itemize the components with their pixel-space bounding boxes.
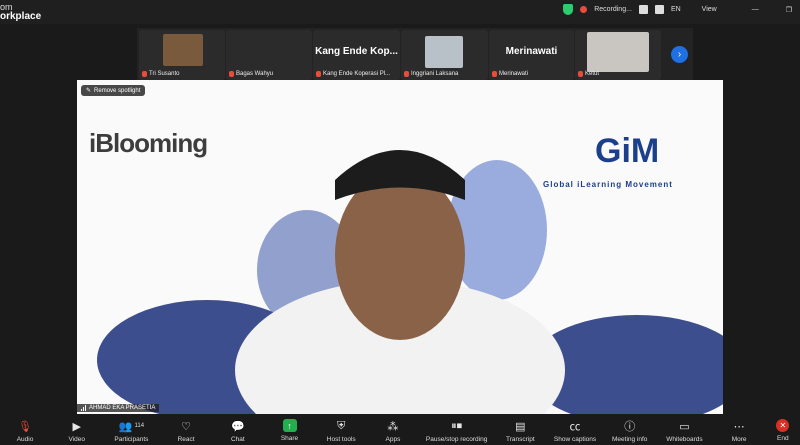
heart-icon: ♡ (181, 420, 192, 433)
audio-button[interactable]: 🎙 Audio (2, 414, 48, 444)
thumbnail-tile[interactable]: Merinawati Merinawati (489, 30, 574, 80)
muted-mic-icon (142, 71, 147, 77)
chevron-right-icon: › (677, 49, 682, 60)
muted-mic-icon (492, 71, 497, 77)
stop-recording-icon[interactable] (654, 5, 664, 14)
participant-name: Bagas Wahyu (236, 71, 274, 77)
host-tools-button[interactable]: ⛨ Host tools (318, 414, 364, 444)
end-button[interactable]: ✕ End (768, 414, 798, 442)
participants-icon: 👥 (118, 420, 133, 433)
view-button[interactable]: View (702, 6, 717, 13)
react-button[interactable]: ♡ React (163, 414, 209, 444)
captions-icon: ㏄ (569, 421, 581, 433)
share-button[interactable]: ↑ Share (267, 414, 313, 442)
participant-name: Merinawati (499, 71, 529, 77)
info-icon: ⓘ (624, 421, 636, 433)
whiteboards-label: Whiteboards (666, 436, 703, 443)
participant-name: Ketut (585, 71, 600, 77)
brand-line2: orkplace (0, 11, 42, 22)
speaker-name-chip: AHMAD EKA PRASETIA (77, 404, 160, 412)
speaker-name: AHMAD EKA PRASETIA (89, 405, 156, 411)
title-bar: om orkplace Recording... EN View — ❐ (0, 0, 800, 24)
video-button[interactable]: ▶ Video (54, 414, 100, 444)
participant-video (163, 34, 203, 66)
participant-name: Tri Susanto (149, 71, 180, 77)
whiteboard-icon: ▭ (679, 420, 690, 433)
participants-count: 114 (134, 423, 145, 429)
app-brand: om orkplace (0, 2, 41, 22)
window-maximize-icon[interactable]: ❐ (786, 6, 792, 14)
muted-mic-icon (578, 71, 583, 77)
pause-stop-recording-button[interactable]: ⏸⏹ Pause/stop recording (422, 414, 492, 444)
close-icon: ✕ (776, 419, 790, 432)
transcript-button[interactable]: ▤ Transcript (497, 414, 543, 444)
host-tools-label: Host tools (326, 436, 356, 443)
signal-icon (81, 405, 86, 411)
pin-icon: ✎ (86, 88, 92, 94)
gim-logo: GiM (595, 132, 660, 170)
pause-stop-label: Pause/stop recording (425, 436, 488, 443)
participant-name: Inggriani Laksana (411, 71, 459, 77)
titlebar-controls: Recording... EN View — ❐ (563, 4, 792, 15)
muted-mic-icon (404, 71, 409, 77)
thumbnail-tile[interactable]: Kang Ende Kop... Kang Ende Koperasi Pl..… (313, 30, 400, 80)
captions-label: Show captions (553, 436, 597, 443)
camera-icon: ▶ (72, 420, 81, 433)
language-button[interactable]: EN (671, 6, 681, 13)
end-label: End (777, 435, 789, 442)
more-icon: ⋯ (733, 420, 745, 433)
participant-big-name: Merinawati (505, 46, 558, 57)
gim-tagline: Global iLearning Movement (543, 180, 673, 189)
chat-icon: 💬 (230, 420, 245, 433)
recording-icon (580, 6, 588, 13)
apps-label: Apps (385, 436, 401, 443)
pause-stop-icon: ⏸⏹ (451, 419, 463, 432)
remove-spotlight-button[interactable]: ✎ Remove spotlight (81, 85, 146, 96)
thumbnail-tile[interactable]: Bagas Wahyu (226, 30, 312, 80)
participants-label: Participants (114, 436, 149, 443)
window-minimize-icon[interactable]: — (752, 6, 759, 13)
spotlight-video: ✎ Remove spotlight iBlooming GiM Global i… (77, 80, 723, 414)
remove-spotlight-label: Remove spotlight (94, 87, 141, 94)
apps-icon: ⁂ (387, 420, 399, 433)
iblooming-logo: iBlooming (89, 128, 208, 158)
next-page-button[interactable]: › (671, 46, 688, 63)
participant-video (587, 32, 649, 72)
whiteboards-button[interactable]: ▭ Whiteboards (658, 414, 710, 444)
participant-big-name: Kang Ende Kop... (315, 46, 398, 57)
shield-icon: ⛨ (337, 419, 346, 432)
meeting-toolbar: 🎙 Audio ▶ Video 👥 114 Participants ♡ React 💬 C… (0, 414, 800, 445)
muted-mic-icon (229, 71, 234, 77)
participant-name: Kang Ende Koperasi Pl... (323, 71, 391, 77)
recording-status[interactable]: Recording... (594, 6, 632, 13)
thumbnail-tile[interactable]: Tri Susanto (139, 30, 225, 80)
meeting-info-button[interactable]: ⓘ Meeting info (607, 414, 653, 443)
transcript-label: Transcript (506, 436, 535, 443)
chat-button[interactable]: 💬 Chat (215, 414, 261, 444)
apps-button[interactable]: ⁂ Apps (370, 414, 416, 444)
show-captions-button[interactable]: ㏄ Show captions (549, 414, 601, 443)
react-label: React (177, 436, 195, 443)
thumbnail-tile[interactable]: Inggriani Laksana (401, 30, 488, 80)
participant-video (425, 36, 463, 68)
share-label: Share (280, 435, 299, 442)
participants-button[interactable]: 👥 114 Participants (105, 414, 157, 444)
more-label: More (731, 436, 747, 443)
pause-recording-icon[interactable] (638, 5, 648, 14)
video-label: Video (68, 436, 85, 443)
muted-mic-icon (316, 71, 321, 77)
thumbnail-tile[interactable]: Ketut (575, 30, 661, 80)
more-button[interactable]: ⋯ More (716, 414, 762, 444)
audio-label: Audio (16, 436, 34, 443)
meeting-info-label: Meeting info (612, 436, 648, 443)
mic-muted-icon: 🎙 (18, 420, 32, 433)
chat-label: Chat (230, 436, 245, 443)
shield-icon[interactable] (563, 4, 574, 15)
share-arrow-icon: ↑ (282, 419, 297, 432)
transcript-icon: ▤ (515, 420, 526, 433)
